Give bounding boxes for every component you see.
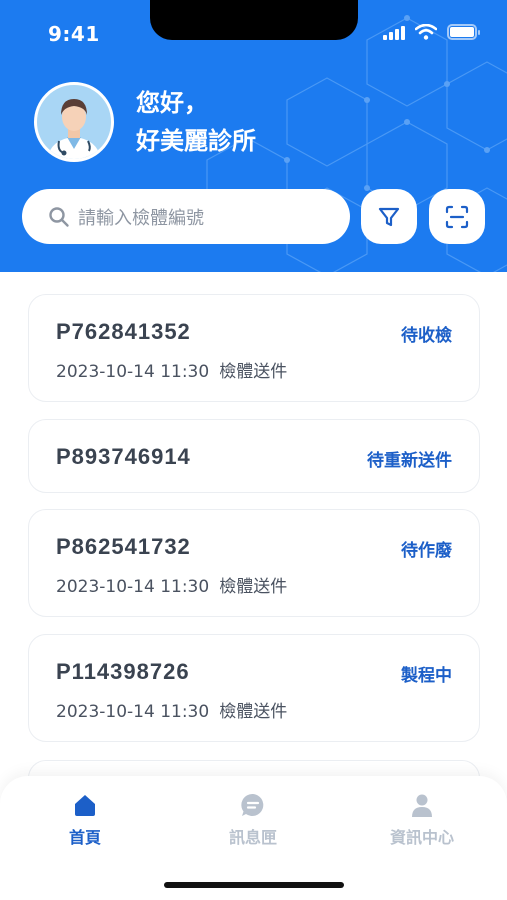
specimen-status: 待重新送件 (367, 451, 452, 471)
specimen-id: P862541732 (56, 534, 191, 559)
search-placeholder: 請輸入檢體編號 (78, 207, 204, 229)
filter-button[interactable] (361, 189, 417, 244)
home-indicator (164, 882, 344, 888)
battery-icon (447, 24, 480, 40)
specimen-id: P762841352 (56, 319, 191, 344)
user-icon (412, 794, 432, 817)
specimen-action: 檢體送件 (219, 362, 288, 382)
status-icons (383, 24, 480, 40)
specimen-date: 2023-10-14 11:30 (56, 577, 210, 597)
cellular-signal-icon (383, 24, 405, 40)
tab-messages[interactable]: 訊息匣 (193, 792, 313, 848)
scan-icon (445, 205, 469, 228)
home-icon (75, 795, 95, 816)
tab-info-center[interactable]: 資訊中心 (362, 792, 482, 848)
specimen-card[interactable]: P862541732 待作廢 2023-10-14 11:30 檢體送件 (28, 509, 480, 617)
specimen-meta: 2023-10-14 11:30 檢體送件 (56, 572, 287, 597)
search-input[interactable]: 請輸入檢體編號 (22, 189, 350, 244)
specimen-status: 待收檢 (401, 326, 452, 346)
status-time: 9:41 (48, 22, 100, 46)
specimen-id: P114398726 (56, 659, 190, 684)
specimen-meta: 2023-10-14 11:30 檢體送件 (56, 357, 287, 382)
specimen-status: 製程中 (401, 666, 452, 686)
greeting: 您好， 好美麗診所 (136, 84, 256, 160)
chat-icon (241, 793, 264, 816)
specimen-date: 2023-10-14 11:30 (56, 702, 210, 722)
specimen-card[interactable]: P762841352 待收檢 2023-10-14 11:30 檢體送件 (28, 294, 480, 402)
scan-button[interactable] (429, 189, 485, 244)
specimen-date: 2023-10-14 11:30 (56, 362, 210, 382)
header: 9:41 您好， 好美麗診所 請輸入檢體編號 (0, 0, 507, 272)
specimen-status: 待作廢 (401, 541, 452, 561)
wifi-icon (415, 24, 437, 40)
tab-messages-label: 訊息匣 (228, 828, 277, 847)
specimen-card[interactable]: P114398726 製程中 2023-10-14 11:30 檢體送件 (28, 634, 480, 742)
specimen-card[interactable]: P893746914 待重新送件 (28, 419, 480, 493)
doctor-avatar-icon (47, 99, 101, 159)
search-icon (49, 206, 69, 227)
tab-home[interactable]: 首頁 (25, 792, 145, 848)
tab-info-center-label: 資訊中心 (389, 828, 454, 847)
filter-icon (378, 207, 400, 226)
clinic-name: 好美麗診所 (136, 127, 256, 155)
device-notch (150, 0, 358, 40)
avatar[interactable] (34, 82, 114, 162)
tab-home-label: 首頁 (68, 828, 101, 847)
greeting-line1: 您好， (136, 89, 208, 117)
specimen-id: P893746914 (56, 444, 191, 469)
app-screen: 9:41 您好， 好美麗診所 請輸入檢體編號 P762841352 待收檢 20… (0, 0, 507, 900)
specimen-action: 檢體送件 (219, 702, 288, 722)
specimen-action: 檢體送件 (219, 577, 288, 597)
specimen-meta: 2023-10-14 11:30 檢體送件 (56, 697, 287, 722)
